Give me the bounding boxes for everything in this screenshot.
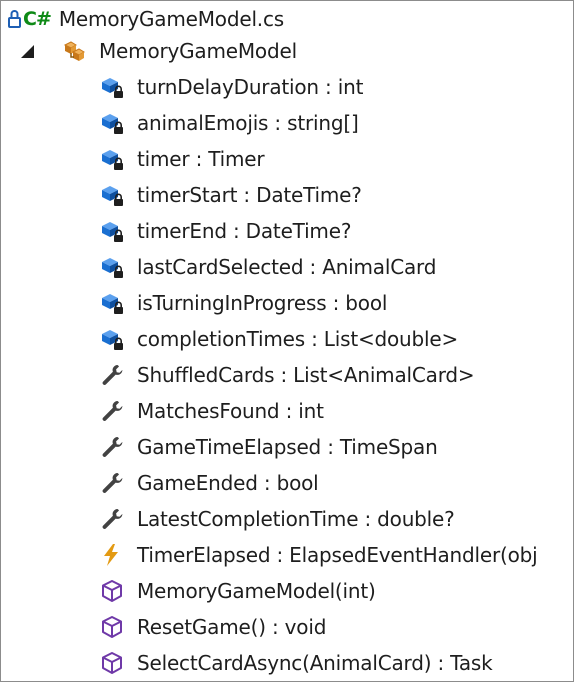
member-row[interactable]: GameEnded : bool	[1, 465, 573, 501]
member-row[interactable]: ShuffledCards : List<AnimalCard>	[1, 357, 573, 393]
property-wrench-icon	[99, 434, 125, 460]
class-node-row[interactable]: MemoryGameModel	[1, 33, 573, 69]
member-row[interactable]: GameTimeElapsed : TimeSpan	[1, 429, 573, 465]
member-row[interactable]: ResetGame() : void	[1, 609, 573, 645]
member-label: timer : Timer	[137, 147, 265, 171]
file-name: MemoryGameModel.cs	[58, 7, 284, 31]
lock-icon	[7, 6, 23, 32]
private-field-icon	[99, 74, 125, 100]
property-wrench-icon	[99, 362, 125, 388]
member-row[interactable]: lastCardSelected : AnimalCard	[1, 249, 573, 285]
csharp-file-icon: C#	[23, 8, 52, 30]
private-field-icon	[99, 254, 125, 280]
collapse-triangle-icon[interactable]	[21, 38, 35, 64]
member-row[interactable]: turnDelayDuration : int	[1, 69, 573, 105]
private-field-icon	[99, 326, 125, 352]
member-row[interactable]: completionTimes : List<double>	[1, 321, 573, 357]
member-label: lastCardSelected : AnimalCard	[137, 255, 437, 279]
class-icon	[61, 38, 87, 64]
event-lightning-icon	[99, 542, 125, 568]
property-wrench-icon	[99, 506, 125, 532]
member-label: isTurningInProgress : bool	[137, 291, 388, 315]
member-row[interactable]: SelectCardAsync(AnimalCard) : Task	[1, 645, 573, 681]
member-label: completionTimes : List<double>	[137, 327, 459, 351]
member-row[interactable]: timerEnd : DateTime?	[1, 213, 573, 249]
private-field-icon	[99, 146, 125, 172]
member-label: timerStart : DateTime?	[137, 183, 362, 207]
member-label: LatestCompletionTime : double?	[137, 507, 455, 531]
class-name: MemoryGameModel	[99, 39, 297, 63]
member-row[interactable]: animalEmojis : string[]	[1, 105, 573, 141]
member-row[interactable]: MemoryGameModel(int)	[1, 573, 573, 609]
member-label: TimerElapsed : ElapsedEventHandler(obj	[137, 543, 538, 567]
member-label: GameTimeElapsed : TimeSpan	[137, 435, 438, 459]
member-label: ShuffledCards : List<AnimalCard>	[137, 363, 475, 387]
solution-explorer-tree: C# MemoryGameModel.cs MemoryGameModel tu…	[0, 0, 574, 682]
member-label: ResetGame() : void	[137, 615, 327, 639]
member-label: GameEnded : bool	[137, 471, 319, 495]
member-row[interactable]: LatestCompletionTime : double?	[1, 501, 573, 537]
member-label: timerEnd : DateTime?	[137, 219, 352, 243]
member-row[interactable]: timer : Timer	[1, 141, 573, 177]
member-row[interactable]: isTurningInProgress : bool	[1, 285, 573, 321]
method-cube-icon	[99, 614, 125, 640]
method-cube-icon	[99, 578, 125, 604]
member-label: MatchesFound : int	[137, 399, 324, 423]
method-cube-icon	[99, 650, 125, 676]
member-row[interactable]: MatchesFound : int	[1, 393, 573, 429]
private-field-icon	[99, 110, 125, 136]
file-node-row[interactable]: C# MemoryGameModel.cs	[1, 1, 573, 37]
member-row[interactable]: timerStart : DateTime?	[1, 177, 573, 213]
property-wrench-icon	[99, 398, 125, 424]
member-label: SelectCardAsync(AnimalCard) : Task	[137, 651, 493, 675]
private-field-icon	[99, 182, 125, 208]
member-label: MemoryGameModel(int)	[137, 579, 376, 603]
member-row[interactable]: TimerElapsed : ElapsedEventHandler(obj	[1, 537, 573, 573]
private-field-icon	[99, 218, 125, 244]
property-wrench-icon	[99, 470, 125, 496]
member-label: turnDelayDuration : int	[137, 75, 364, 99]
member-label: animalEmojis : string[]	[137, 111, 359, 135]
private-field-icon	[99, 290, 125, 316]
